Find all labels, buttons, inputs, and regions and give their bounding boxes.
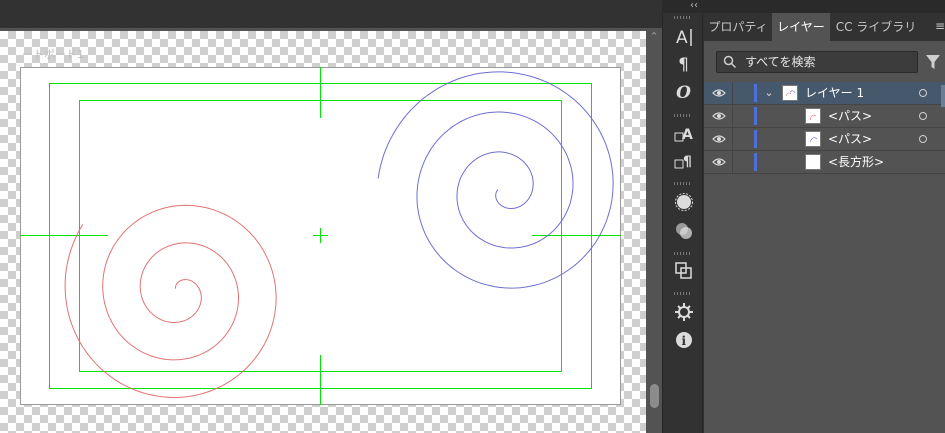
- character-styles-icon[interactable]: A: [669, 121, 698, 147]
- target-circle-icon[interactable]: [919, 135, 927, 143]
- rectangle-name[interactable]: <長方形>: [828, 154, 884, 170]
- paragraph-icon[interactable]: ¶: [669, 52, 698, 78]
- layer-color-strip: [754, 153, 757, 171]
- pathfinder-icon[interactable]: [669, 258, 698, 284]
- search-input[interactable]: [745, 53, 915, 71]
- layer-row-layer1[interactable]: ⌄ レイヤー 1: [704, 82, 945, 105]
- red-spiral-path[interactable]: [64, 204, 277, 399]
- layer-thumbnail: [782, 85, 798, 101]
- target-circle-icon[interactable]: [919, 89, 927, 97]
- scrollbar-thumb[interactable]: [650, 384, 659, 408]
- layers-search[interactable]: [716, 51, 918, 73]
- eye-icon[interactable]: [712, 157, 726, 167]
- panel-icon-dock: A ¶ O A ¶ i: [662, 13, 703, 433]
- eye-icon[interactable]: [712, 111, 726, 121]
- canvas-area[interactable]: ートボード1 ⌃: [0, 0, 662, 433]
- transparency-icon[interactable]: [669, 218, 698, 244]
- layer-row-path-2[interactable]: <パス>: [704, 128, 945, 151]
- rectangle-thumbnail: [805, 154, 821, 170]
- svg-text:A: A: [676, 28, 688, 47]
- grip-handle[interactable]: [674, 252, 692, 255]
- layer-name[interactable]: レイヤー 1: [805, 85, 864, 101]
- symbols-icon[interactable]: [669, 299, 698, 325]
- lock-column[interactable]: [732, 82, 733, 104]
- layer-color-strip: [754, 107, 757, 125]
- paragraph-styles-icon[interactable]: ¶: [669, 148, 698, 174]
- crop-guides: [20, 67, 621, 405]
- grip-handle[interactable]: [674, 182, 692, 185]
- opentype-icon[interactable]: O: [669, 80, 698, 106]
- grip-handle[interactable]: [674, 114, 692, 117]
- layer-row-path-1[interactable]: <パス>: [704, 105, 945, 128]
- path-thumbnail: [805, 131, 821, 147]
- appearance-icon[interactable]: [669, 189, 698, 215]
- lock-column[interactable]: [732, 128, 733, 150]
- tab-properties[interactable]: プロパティ: [704, 13, 772, 41]
- filter-icon[interactable]: [926, 53, 940, 71]
- blue-spiral-path[interactable]: [377, 71, 614, 289]
- panel-tabs: プロパティ レイヤー CC ライブラリ ≡: [704, 13, 945, 41]
- panel-menu-icon[interactable]: ≡: [935, 19, 945, 33]
- eye-icon[interactable]: [712, 134, 726, 144]
- selection-edge: [941, 85, 945, 107]
- info-icon[interactable]: i: [669, 327, 698, 353]
- svg-text:i: i: [681, 334, 686, 348]
- svg-text:A: A: [682, 127, 693, 143]
- layer-row-rectangle[interactable]: <長方形>: [704, 151, 945, 174]
- grip-handle[interactable]: [674, 16, 692, 19]
- search-icon: [723, 55, 737, 69]
- layers-panel: プロパティ レイヤー CC ライブラリ ≡ ⌄ レイヤー 1 <パス>: [704, 13, 945, 433]
- dock-collapse-bar[interactable]: [662, 0, 945, 13]
- grip-handle[interactable]: [674, 292, 692, 295]
- collapse-arrows-icon[interactable]: ‹‹: [690, 0, 698, 12]
- path-name[interactable]: <パス>: [828, 108, 872, 124]
- svg-text:¶: ¶: [683, 154, 692, 170]
- chevron-down-icon[interactable]: ⌄: [763, 86, 775, 100]
- target-circle-icon[interactable]: [919, 112, 927, 120]
- row-divider: [704, 173, 945, 174]
- up-arrow-icon[interactable]: ⌃: [646, 30, 662, 44]
- character-icon[interactable]: A: [669, 24, 698, 50]
- lock-column[interactable]: [732, 151, 733, 173]
- artwork-layer[interactable]: [0, 0, 646, 433]
- lock-column[interactable]: [732, 105, 733, 127]
- eye-icon[interactable]: [712, 88, 726, 98]
- tab-layers[interactable]: レイヤー: [772, 13, 830, 41]
- path-thumbnail: [805, 108, 821, 124]
- layer-color-strip: [754, 84, 757, 102]
- tab-cc-libraries[interactable]: CC ライブラリ: [832, 13, 920, 41]
- path-name[interactable]: <パス>: [828, 131, 872, 147]
- layer-color-strip: [754, 130, 757, 148]
- vertical-scrollbar[interactable]: ⌃: [646, 28, 662, 433]
